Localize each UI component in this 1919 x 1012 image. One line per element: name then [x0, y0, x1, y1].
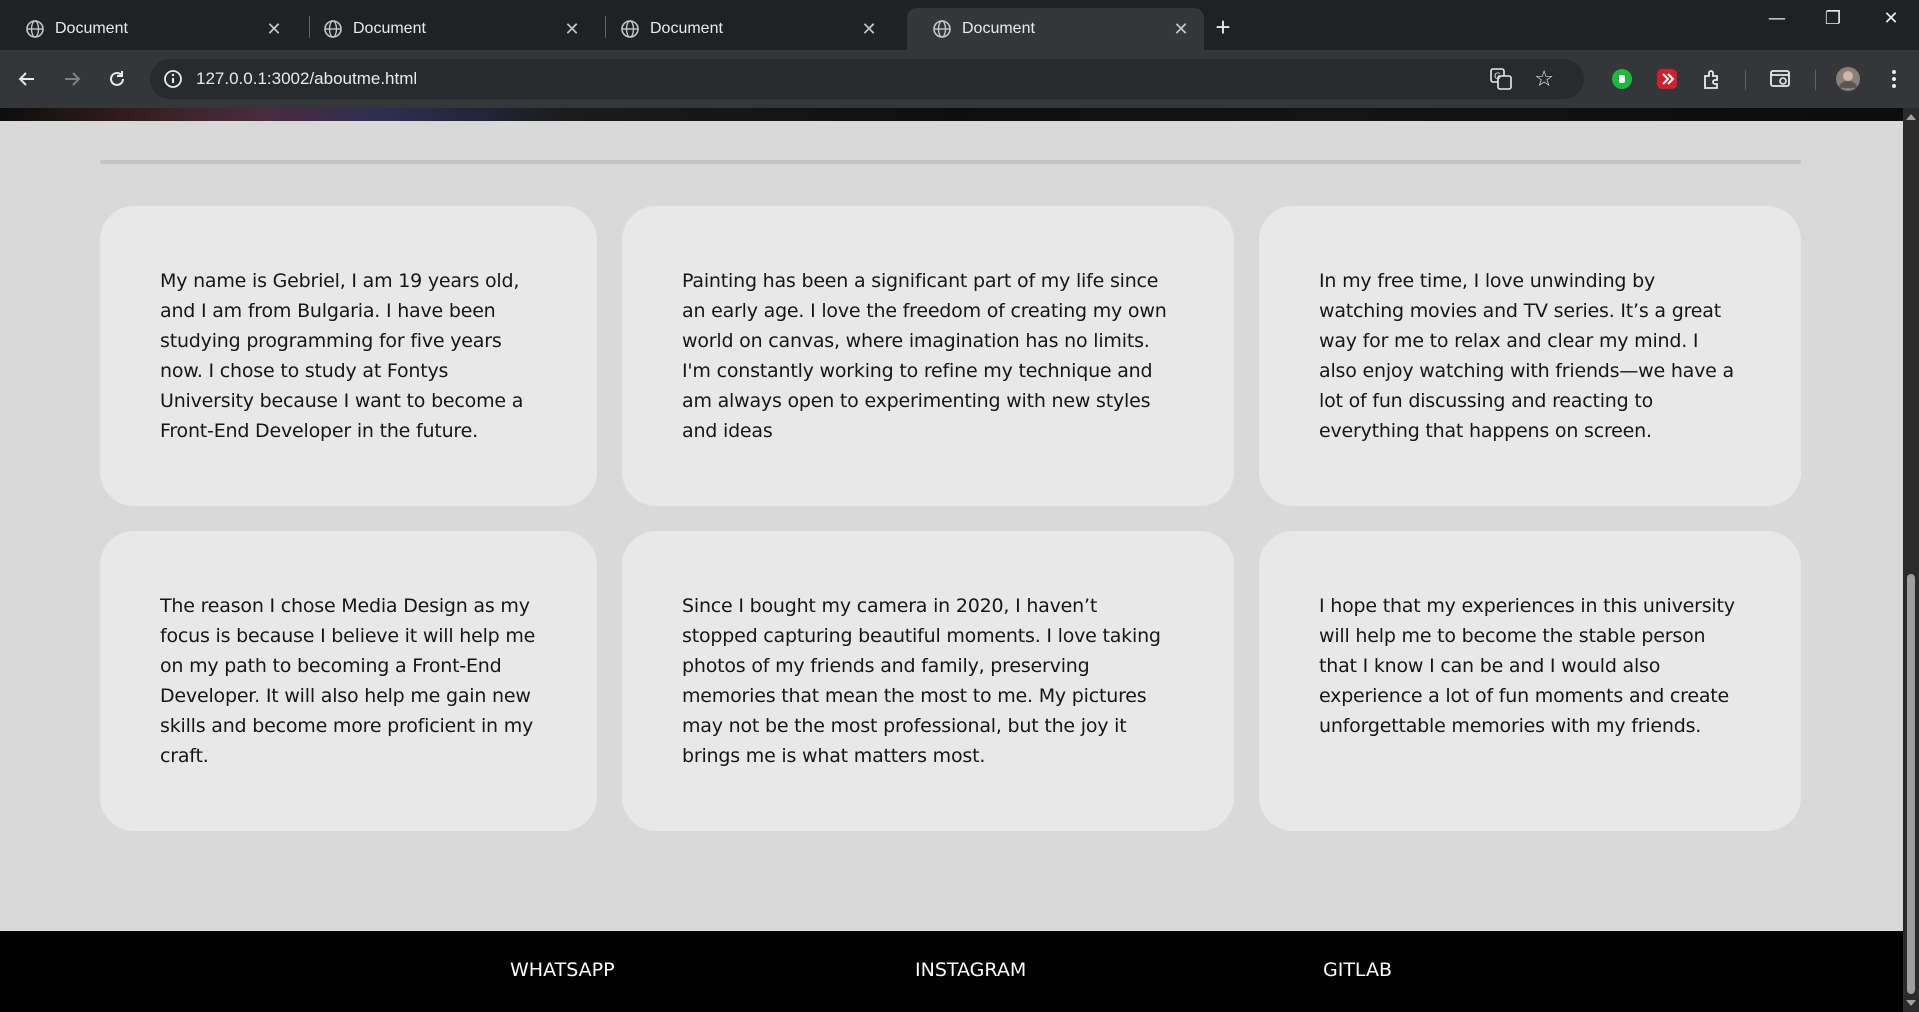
page-scrollbar[interactable]	[1903, 108, 1919, 1012]
browser-menu-icon[interactable]	[1880, 65, 1908, 93]
browser-tab-active[interactable]: Document ✕	[907, 8, 1204, 50]
globe-icon	[933, 20, 951, 38]
scrollbar-thumb[interactable]	[1907, 574, 1915, 994]
minimize-window-icon[interactable]: —	[1757, 8, 1797, 29]
about-card-university: I hope that my experiences in this unive…	[1259, 531, 1801, 831]
reload-icon[interactable]	[102, 64, 132, 94]
close-tab-icon[interactable]: ✕	[1172, 19, 1190, 40]
site-footer: WHATSAPP INSTAGRAM GITLAB	[0, 931, 1903, 1012]
about-card-text: Painting has been a significant part of …	[682, 270, 1167, 442]
close-tab-icon[interactable]: ✕	[860, 19, 878, 40]
address-bar[interactable]: 127.0.0.1:3002/aboutme.html G ☆	[150, 59, 1584, 99]
extension-red-icon[interactable]	[1653, 65, 1681, 93]
tab-search-icon[interactable]	[1767, 65, 1795, 93]
translate-icon[interactable]: G	[1490, 68, 1512, 90]
profile-avatar[interactable]	[1834, 65, 1862, 93]
toolbar-separator	[1745, 70, 1746, 90]
close-window-icon[interactable]: ✕	[1871, 8, 1911, 29]
hero-image-bottom-edge	[0, 108, 1903, 121]
svg-text:G: G	[1494, 72, 1501, 82]
bookmark-star-icon[interactable]: ☆	[1534, 67, 1554, 92]
about-card-movies: In my free time, I love unwinding by wat…	[1259, 206, 1801, 506]
browser-toolbar: 127.0.0.1:3002/aboutme.html G ☆	[0, 50, 1919, 108]
globe-icon	[26, 20, 44, 38]
url-text[interactable]: 127.0.0.1:3002/aboutme.html	[196, 69, 417, 89]
footer-link-whatsapp[interactable]: WHATSAPP	[510, 959, 615, 981]
tab-title: Document	[962, 20, 1035, 37]
browser-tab[interactable]: Document ✕	[595, 8, 892, 50]
about-card-text: My name is Gebriel, I am 19 years old, a…	[160, 270, 524, 442]
extensions-puzzle-icon[interactable]	[1698, 65, 1726, 93]
section-divider	[100, 160, 1801, 164]
site-info-icon[interactable]	[163, 69, 183, 89]
forward-arrow-icon[interactable]	[57, 64, 87, 94]
browser-tab-strip: Document ✕ Document ✕ Document ✕ Documen…	[0, 0, 1919, 50]
extension-green-icon[interactable]	[1608, 65, 1636, 93]
back-arrow-icon[interactable]	[12, 64, 42, 94]
about-card-painting: Painting has been a significant part of …	[622, 206, 1234, 506]
about-card-intro: My name is Gebriel, I am 19 years old, a…	[100, 206, 597, 506]
scroll-up-arrow-icon[interactable]	[1906, 114, 1916, 120]
about-card-text: Since I bought my camera in 2020, I have…	[682, 595, 1161, 767]
new-tab-plus-icon[interactable]: +	[1208, 12, 1238, 43]
about-card-media-design: The reason I chose Media Design as my fo…	[100, 531, 597, 831]
browser-tab[interactable]: Document ✕	[298, 8, 595, 50]
globe-icon	[324, 20, 342, 38]
restore-window-icon[interactable]: ❐	[1813, 8, 1853, 29]
about-card-photography: Since I bought my camera in 2020, I have…	[622, 531, 1234, 831]
footer-link-instagram[interactable]: INSTAGRAM	[915, 959, 1026, 981]
tab-title: Document	[55, 20, 128, 37]
globe-icon	[621, 20, 639, 38]
footer-link-gitlab[interactable]: GITLAB	[1323, 959, 1392, 981]
close-tab-icon[interactable]: ✕	[563, 19, 581, 40]
about-card-text: I hope that my experiences in this unive…	[1319, 595, 1735, 737]
close-tab-icon[interactable]: ✕	[265, 19, 283, 40]
tab-title: Document	[650, 20, 723, 37]
toolbar-separator	[1815, 70, 1816, 90]
browser-tab[interactable]: Document ✕	[0, 8, 297, 50]
scroll-down-arrow-icon[interactable]	[1906, 1000, 1916, 1006]
tab-title: Document	[353, 20, 426, 37]
about-card-text: In my free time, I love unwinding by wat…	[1319, 270, 1734, 442]
page-viewport: My name is Gebriel, I am 19 years old, a…	[0, 108, 1903, 1012]
about-card-text: The reason I chose Media Design as my fo…	[160, 595, 536, 767]
